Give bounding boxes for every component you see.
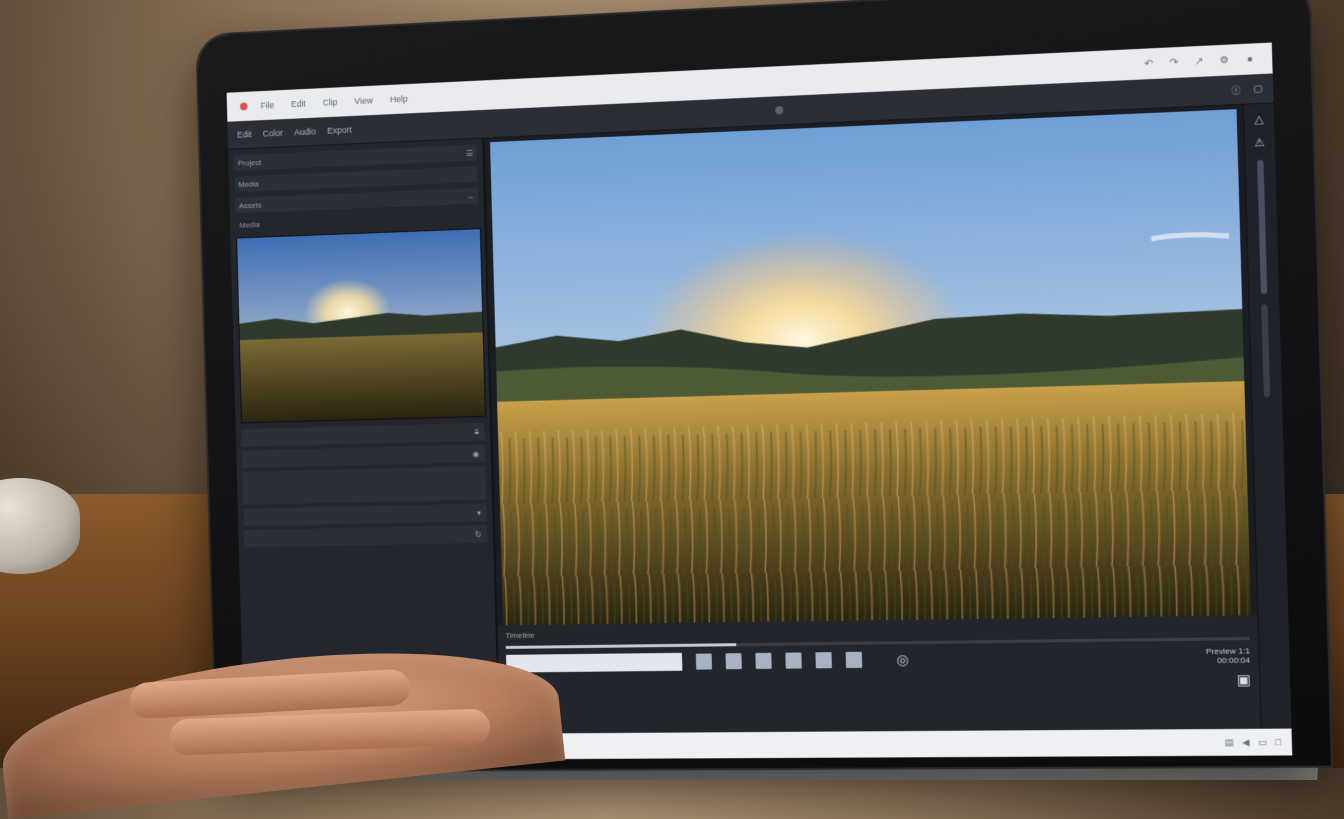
triangle-up-icon[interactable]: △ <box>1254 112 1263 126</box>
clip-property-rows: 🔒︎ ◉ ▾ ↻ <box>241 422 488 548</box>
user-icon[interactable]: ● <box>1242 51 1257 66</box>
media-panel: Project ☰ Media Assets ↔ Media 🔒︎ ◉ ▾ ↻ <box>228 138 501 736</box>
timeline-footer: ▣ <box>507 671 1251 695</box>
share-icon[interactable]: ↗ <box>1192 54 1207 69</box>
tab-audio[interactable]: Audio <box>294 126 316 137</box>
property-row[interactable]: ◉ <box>241 444 486 468</box>
video-preview[interactable] <box>490 109 1252 626</box>
menu-edit[interactable]: Edit <box>287 97 309 112</box>
property-row[interactable]: ▾ <box>243 503 487 527</box>
menu-file[interactable]: File <box>257 98 278 113</box>
timeline-panel: Timeline ◎ Preview 1:1 00:00:04 ▣ <box>497 615 1261 734</box>
property-row[interactable] <box>242 466 487 505</box>
tab-edit[interactable]: Edit <box>237 129 252 139</box>
timeline-track: ◎ Preview 1:1 00:00:04 <box>505 646 1251 673</box>
vertical-scrollbar[interactable] <box>1257 159 1268 294</box>
thumb-label: Media <box>239 220 261 230</box>
help-icon[interactable]: ⓘ <box>1231 83 1241 97</box>
scrubber-progress <box>505 643 737 649</box>
media-row[interactable]: Media <box>234 166 478 193</box>
panel-menu-icon[interactable]: ☰ <box>466 148 473 157</box>
app-logo-icon <box>239 102 248 111</box>
tray-icon-network[interactable]: ▤ <box>1224 737 1233 748</box>
tab-color[interactable]: Color <box>263 128 283 139</box>
chat-icon[interactable]: ▣ <box>1237 671 1252 689</box>
lock-icon[interactable]: 🔒︎ <box>474 427 478 437</box>
timeline-clip-thumb[interactable] <box>785 652 802 669</box>
settings-icon[interactable]: ⚙ <box>1217 53 1232 68</box>
refresh-icon[interactable]: ↻ <box>475 530 482 539</box>
link-icon[interactable]: ↔ <box>466 191 474 200</box>
menu-view[interactable]: View <box>350 93 376 108</box>
property-row[interactable]: ↻ <box>243 525 488 548</box>
record-indicator-icon <box>775 106 784 115</box>
expand-icon[interactable]: ▾ <box>477 508 481 517</box>
undo-icon[interactable]: ↶ <box>1141 56 1156 71</box>
tray-icon-notifications[interactable]: □ <box>1275 737 1281 747</box>
preview-info-line1: Preview 1:1 <box>1205 646 1251 657</box>
timeline-label: Timeline <box>505 630 535 641</box>
timeline-clip-thumb[interactable] <box>695 653 713 670</box>
project-row-label: Project <box>237 157 262 168</box>
media-row-label: Media <box>238 178 259 189</box>
assets-row-label: Assets <box>238 200 262 210</box>
assets-row[interactable]: Assets ↔ <box>235 187 479 214</box>
sunset-field-image <box>490 109 1252 626</box>
menu-help[interactable]: Help <box>386 92 412 107</box>
record-icon[interactable]: ◎ <box>896 651 909 668</box>
preview-area: Timeline ◎ Preview 1:1 00:00:04 ▣ <box>484 104 1261 734</box>
menu-clip[interactable]: Clip <box>319 95 342 110</box>
vertical-scrollbar-secondary[interactable] <box>1261 304 1271 398</box>
timeline-clip-thumb[interactable] <box>725 653 742 670</box>
redo-icon[interactable]: ↷ <box>1166 55 1181 70</box>
timeline-clip-thumb[interactable] <box>755 652 772 669</box>
warning-icon[interactable]: ⚠︎ <box>1254 136 1265 150</box>
property-row[interactable]: 🔒︎ <box>241 422 485 447</box>
editor-workspace: Project ☰ Media Assets ↔ Media 🔒︎ ◉ ▾ ↻ … <box>228 103 1292 736</box>
timeline-clip[interactable] <box>505 652 683 673</box>
fullscreen-icon[interactable]: ▢ <box>1253 83 1262 95</box>
tray-icon-battery[interactable]: ▭ <box>1258 736 1267 747</box>
preview-info-line2: 00:00:04 <box>1217 655 1251 666</box>
tray-icon-volume[interactable]: ◀ <box>1242 737 1250 748</box>
timeline-clip-thumb[interactable] <box>815 652 832 669</box>
timeline-clip-thumb[interactable] <box>845 651 863 669</box>
eye-icon[interactable]: ◉ <box>472 449 479 458</box>
thumbnail-landscape-image <box>237 229 485 423</box>
media-thumbnail[interactable] <box>236 228 486 424</box>
preview-info: Preview 1:1 00:00:04 <box>1206 646 1251 665</box>
tab-export[interactable]: Export <box>327 125 352 136</box>
